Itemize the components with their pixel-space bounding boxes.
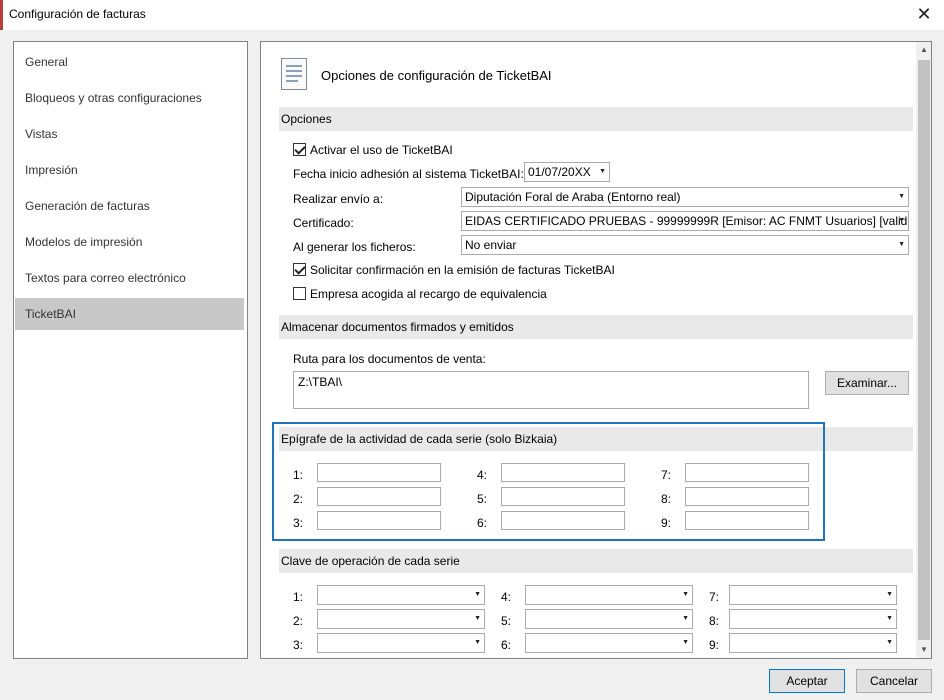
chevron-down-icon: ▼: [898, 217, 905, 224]
envio-label: Realizar envío a:: [293, 192, 384, 206]
clave-label-7: 7:: [709, 590, 720, 604]
activar-ticketbai-checkbox[interactable]: [293, 143, 306, 156]
recargo-equivalencia-label: Empresa acogida al recargo de equivalenc…: [310, 287, 547, 301]
epigrafe-label-2: 2:: [293, 492, 304, 506]
epigrafe-input-3[interactable]: [317, 511, 441, 530]
clave-select-7[interactable]: ▼: [729, 585, 897, 605]
epigrafe-label-6: 6:: [477, 516, 488, 530]
clave-select-3[interactable]: ▼: [317, 633, 485, 653]
section-clave: Clave de operación de cada serie: [279, 549, 913, 573]
title-bar: Configuración de facturas ✕: [0, 0, 944, 30]
section-epigrafe: Epígrafe de la actividad de cada serie (…: [279, 427, 913, 451]
fecha-date-picker[interactable]: 01/07/20XX ▼: [524, 162, 610, 182]
epigrafe-input-4[interactable]: [501, 463, 625, 482]
scroll-thumb[interactable]: [918, 60, 930, 640]
recargo-equivalencia-checkbox[interactable]: [293, 287, 306, 300]
section-opciones: Opciones: [279, 107, 913, 131]
epigrafe-input-8[interactable]: [685, 487, 809, 506]
clave-select-1[interactable]: ▼: [317, 585, 485, 605]
scroll-up-icon[interactable]: ▲: [916, 42, 931, 58]
nav-item-general[interactable]: General: [15, 46, 244, 78]
solicitar-confirmacion-checkbox[interactable]: [293, 263, 306, 276]
epigrafe-input-5[interactable]: [501, 487, 625, 506]
clave-label-9: 9:: [709, 638, 720, 652]
certificado-label: Certificado:: [293, 216, 354, 230]
clave-select-9[interactable]: ▼: [729, 633, 897, 653]
chevron-down-icon: ▼: [599, 168, 606, 175]
section-almacenar: Almacenar documentos firmados y emitidos: [279, 315, 913, 339]
certificado-select[interactable]: EIDAS CERTIFICADO PRUEBAS - 99999999R [E…: [461, 211, 909, 231]
clave-label-6: 6:: [501, 638, 512, 652]
fecha-value: 01/07/20XX: [528, 165, 591, 179]
envio-value: Diputación Foral de Araba (Entorno real): [465, 190, 681, 204]
clave-label-8: 8:: [709, 614, 720, 628]
window-title: Configuración de facturas: [9, 7, 146, 21]
clave-select-2[interactable]: ▼: [317, 609, 485, 629]
chevron-down-icon: ▼: [682, 591, 689, 598]
nav-item-impresion[interactable]: Impresión: [15, 154, 244, 186]
nav-item-bloqueos[interactable]: Bloqueos y otras configuraciones: [15, 82, 244, 114]
page-title: Opciones de configuración de TicketBAI: [321, 68, 552, 83]
epigrafe-label-3: 3:: [293, 516, 304, 530]
settings-panel: Opciones de configuración de TicketBAI O…: [260, 41, 932, 659]
clave-select-8[interactable]: ▼: [729, 609, 897, 629]
ficheros-label: Al generar los ficheros:: [293, 240, 416, 254]
epigrafe-input-2[interactable]: [317, 487, 441, 506]
nav-item-modelos[interactable]: Modelos de impresión: [15, 226, 244, 258]
aceptar-button[interactable]: Aceptar: [769, 669, 845, 693]
clave-label-4: 4:: [501, 590, 512, 604]
chevron-down-icon: ▼: [886, 591, 893, 598]
chevron-down-icon: ▼: [474, 591, 481, 598]
chevron-down-icon: ▼: [898, 241, 905, 248]
solicitar-confirmacion-label: Solicitar confirmación en la emisión de …: [310, 263, 615, 277]
scroll-down-icon[interactable]: ▼: [916, 642, 931, 658]
nav-item-vistas[interactable]: Vistas: [15, 118, 244, 150]
epigrafe-input-7[interactable]: [685, 463, 809, 482]
clave-select-5[interactable]: ▼: [525, 609, 693, 629]
nav-item-ticketbai[interactable]: TicketBAI: [15, 298, 244, 330]
cancelar-button[interactable]: Cancelar: [856, 669, 932, 693]
clave-select-4[interactable]: ▼: [525, 585, 693, 605]
clave-label-3: 3:: [293, 638, 304, 652]
settings-nav: General Bloqueos y otras configuraciones…: [13, 41, 248, 659]
ruta-input[interactable]: Z:\TBAI\: [293, 371, 809, 409]
document-icon: [281, 58, 307, 90]
envio-select[interactable]: Diputación Foral de Araba (Entorno real)…: [461, 187, 909, 207]
ruta-label: Ruta para los documentos de venta:: [293, 352, 486, 366]
nav-item-textos-correo[interactable]: Textos para correo electrónico: [15, 262, 244, 294]
examinar-button[interactable]: Examinar...: [825, 371, 909, 395]
nav-item-generacion[interactable]: Generación de facturas: [15, 190, 244, 222]
chevron-down-icon: ▼: [682, 615, 689, 622]
activar-ticketbai-label: Activar el uso de TicketBAI: [310, 143, 453, 157]
fecha-label: Fecha inicio adhesión al sistema TicketB…: [293, 167, 524, 181]
clave-label-2: 2:: [293, 614, 304, 628]
chevron-down-icon: ▼: [682, 639, 689, 646]
ficheros-value: No enviar: [465, 238, 517, 252]
close-icon[interactable]: ✕: [910, 2, 938, 26]
epigrafe-label-5: 5:: [477, 492, 488, 506]
epigrafe-label-1: 1:: [293, 468, 304, 482]
epigrafe-label-4: 4:: [477, 468, 488, 482]
epigrafe-input-1[interactable]: [317, 463, 441, 482]
window-accent: [0, 0, 3, 30]
chevron-down-icon: ▼: [474, 639, 481, 646]
clave-label-5: 5:: [501, 614, 512, 628]
epigrafe-input-9[interactable]: [685, 511, 809, 530]
chevron-down-icon: ▼: [474, 615, 481, 622]
clave-label-1: 1:: [293, 590, 304, 604]
clave-select-6[interactable]: ▼: [525, 633, 693, 653]
chevron-down-icon: ▼: [898, 193, 905, 200]
chevron-down-icon: ▼: [886, 639, 893, 646]
certificado-value: EIDAS CERTIFICADO PRUEBAS - 99999999R [E…: [465, 214, 908, 228]
panel-scrollbar[interactable]: ▲ ▼: [916, 42, 931, 658]
chevron-down-icon: ▼: [886, 615, 893, 622]
epigrafe-label-8: 8:: [661, 492, 672, 506]
epigrafe-label-9: 9:: [661, 516, 672, 530]
epigrafe-label-7: 7:: [661, 468, 672, 482]
ficheros-select[interactable]: No enviar ▼: [461, 235, 909, 255]
epigrafe-input-6[interactable]: [501, 511, 625, 530]
